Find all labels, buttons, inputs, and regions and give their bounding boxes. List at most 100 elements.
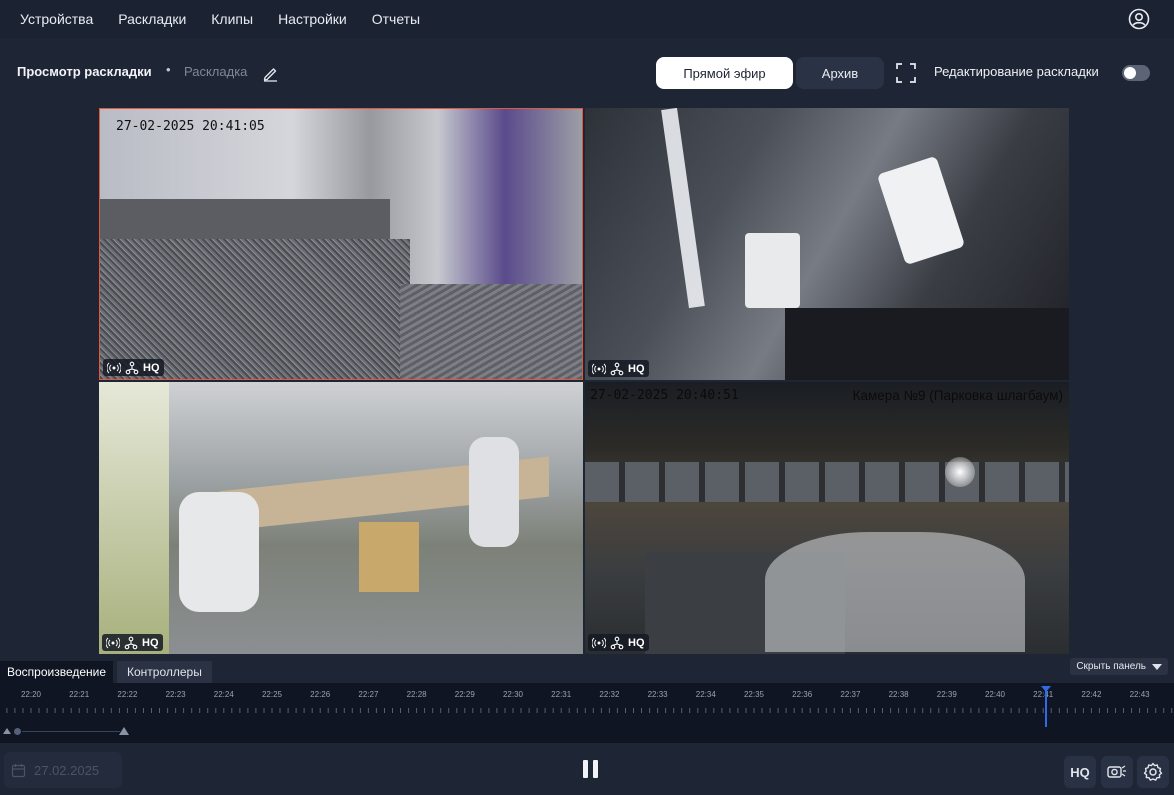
- tab-controllers[interactable]: Контроллеры: [117, 661, 212, 683]
- camera-name: Камера №9 (Парковка шлагбаум): [852, 388, 1063, 403]
- video-frame: [661, 108, 705, 309]
- timeline-cursor[interactable]: [1045, 687, 1047, 727]
- camera-tile-1[interactable]: 27-02-2025 20:41:05 HQ: [99, 108, 583, 380]
- quality-badge: HQ: [143, 361, 160, 374]
- pause-button[interactable]: [583, 760, 603, 780]
- toggle-knob: [1124, 67, 1136, 79]
- zoom-max-icon: [119, 727, 129, 735]
- date-value: 27.02.2025: [34, 762, 100, 778]
- timeline-ticks: [0, 702, 1174, 713]
- video-frame: [785, 308, 1069, 380]
- video-frame: [179, 492, 259, 612]
- video-frame: [945, 457, 975, 487]
- edit-layout-label: Редактирование раскладки: [934, 64, 1099, 79]
- camera-tile-2[interactable]: HQ: [585, 108, 1069, 380]
- top-nav: Устройства Раскладки Клипы Настройки Отч…: [0, 0, 1174, 38]
- camera-badges: HQ: [588, 360, 649, 377]
- timeline-label: 22:37: [840, 690, 861, 699]
- timeline[interactable]: 22:20 22:21 22:22 22:23 22:24 22:25 22:26 22:27…: [0, 683, 1174, 743]
- quality-hq-button[interactable]: HQ: [1064, 756, 1096, 788]
- date-picker[interactable]: 27.02.2025: [4, 752, 122, 788]
- timeline-label: 22:24: [213, 690, 234, 699]
- zoom-min-icon: [3, 728, 11, 734]
- camera-grid: 27-02-2025 20:41:05 HQ HQ HQ 27-02-2025 …: [99, 108, 1069, 654]
- timeline-label: 22:32: [599, 690, 620, 699]
- layout-name: Раскладка: [184, 64, 248, 79]
- timeline-label: 22:26: [310, 690, 331, 699]
- nav-devices[interactable]: Устройства: [20, 11, 93, 27]
- timeline-label: 22:29: [454, 690, 475, 699]
- tab-playback[interactable]: Воспроизведение: [0, 661, 114, 683]
- live-button[interactable]: Прямой эфир: [656, 57, 793, 89]
- panel-tabs: Воспроизведение Контроллеры: [0, 661, 1174, 683]
- camera-tile-3[interactable]: HQ: [99, 382, 583, 654]
- archive-button[interactable]: Архив: [796, 57, 884, 89]
- fullscreen-icon[interactable]: [896, 63, 916, 83]
- chevron-down-icon: [1152, 663, 1162, 670]
- quality-badge: HQ: [628, 636, 645, 649]
- nav-settings[interactable]: Настройки: [278, 11, 347, 27]
- video-frame: [765, 532, 1025, 652]
- playback-bar: 27.02.2025 HQ: [0, 743, 1174, 795]
- broadcast-icon: [592, 637, 606, 648]
- network-icon: [610, 362, 624, 375]
- camera-timestamp: 27-02-2025 20:41:05: [116, 119, 265, 134]
- network-icon: [610, 636, 624, 649]
- video-frame: [585, 462, 1069, 502]
- nav-clips[interactable]: Клипы: [211, 11, 253, 27]
- timeline-label: 22:23: [165, 690, 186, 699]
- timeline-label: 22:42: [1081, 690, 1102, 699]
- timeline-label: 22:34: [695, 690, 716, 699]
- timeline-label: 22:28: [406, 690, 427, 699]
- video-frame: [745, 233, 800, 308]
- camera-analytics-button[interactable]: [1101, 756, 1133, 788]
- video-frame: [876, 155, 966, 266]
- nav-reports[interactable]: Отчеты: [372, 11, 420, 27]
- broadcast-icon: [107, 362, 121, 373]
- network-icon: [124, 636, 138, 649]
- hide-panel-label: Скрыть панель: [1076, 661, 1146, 672]
- timeline-label: 22:21: [69, 690, 90, 699]
- quality-badge: HQ: [142, 636, 159, 649]
- camera-ai-icon: [1107, 765, 1126, 778]
- zoom-slider-handle[interactable]: [14, 728, 21, 735]
- quality-badge: HQ: [628, 362, 645, 375]
- camera-timestamp: 27-02-2025 20:40:51: [590, 388, 739, 403]
- timeline-zoom-slider[interactable]: [0, 725, 1174, 737]
- settings-button[interactable]: [1137, 756, 1169, 788]
- timeline-label: 22:35: [743, 690, 765, 699]
- timeline-label: 22:39: [936, 690, 957, 699]
- camera-badges: HQ: [588, 634, 649, 651]
- timeline-label: 22:33: [647, 690, 668, 699]
- timeline-label: 22:31: [551, 690, 572, 699]
- timeline-label: 22:36: [792, 690, 813, 699]
- timeline-label: 22:25: [261, 690, 283, 699]
- pause-icon: [583, 760, 588, 778]
- timeline-label: 22:27: [358, 690, 379, 699]
- camera-badges: HQ: [103, 359, 164, 376]
- camera-tile-4[interactable]: 27-02-2025 20:40:51 Камера №9 (Парковка …: [585, 382, 1069, 654]
- video-frame: [400, 284, 582, 379]
- hide-panel-button[interactable]: Скрыть панель: [1070, 658, 1168, 675]
- timeline-label: 22:40: [984, 690, 1006, 699]
- timeline-label: 22:30: [502, 690, 524, 699]
- layout-toolbar: Просмотр раскладки • Раскладка Прямой эф…: [0, 38, 1174, 108]
- timeline-label: 22:43: [1129, 690, 1150, 699]
- broadcast-icon: [592, 363, 606, 374]
- zoom-slider-track: [22, 731, 120, 732]
- video-frame: [100, 199, 390, 244]
- user-profile-icon[interactable]: [1128, 8, 1150, 30]
- gear-icon: [1143, 762, 1163, 781]
- video-frame: [469, 437, 519, 547]
- pencil-icon[interactable]: [262, 65, 279, 82]
- edit-layout-toggle[interactable]: [1122, 65, 1150, 81]
- nav-layouts[interactable]: Раскладки: [118, 11, 186, 27]
- timeline-ticks-svg: [6, 708, 1173, 713]
- broadcast-icon: [106, 637, 120, 648]
- timeline-label: 22:22: [117, 690, 138, 699]
- calendar-icon: [11, 763, 26, 777]
- camera-badges: HQ: [102, 634, 163, 651]
- page-title: Просмотр раскладки: [17, 64, 152, 79]
- video-frame: [99, 382, 169, 654]
- video-frame: [359, 522, 419, 592]
